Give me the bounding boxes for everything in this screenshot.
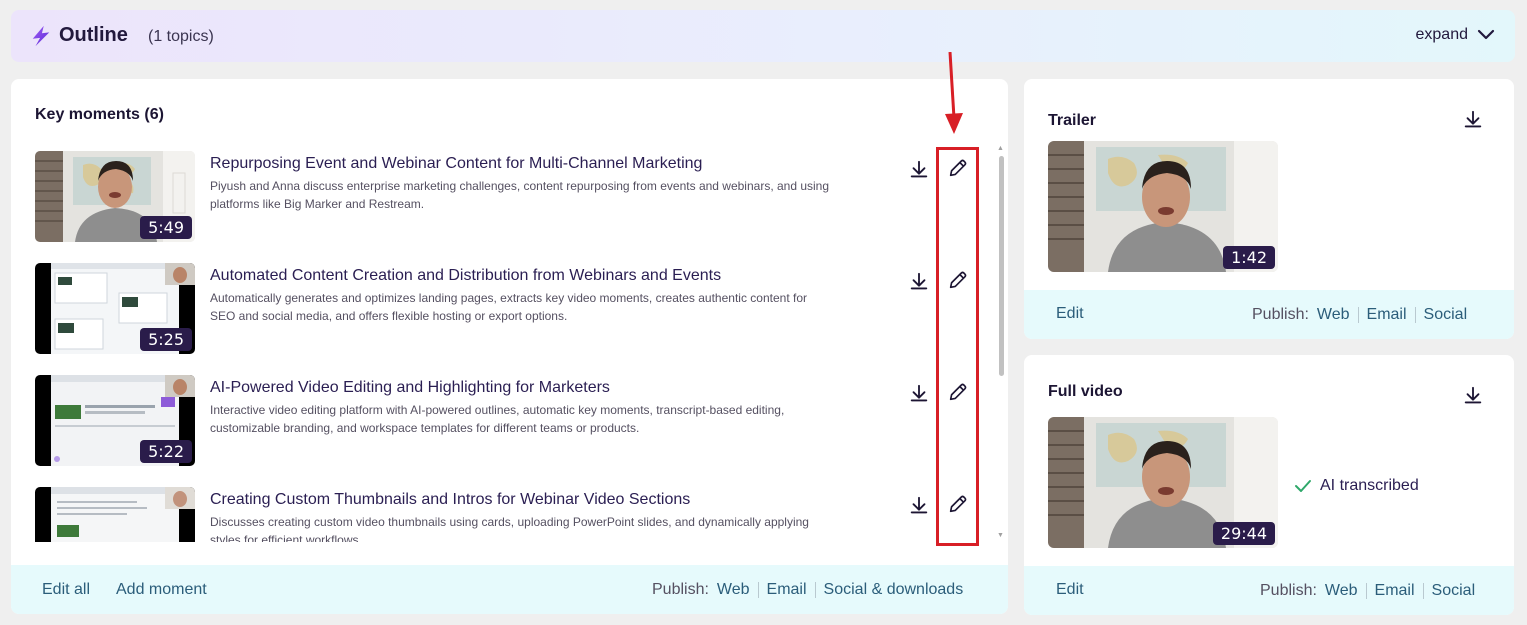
publish-social-link[interactable]: Social & downloads — [824, 581, 964, 599]
full-video-thumbnail[interactable]: 29:44 — [1048, 417, 1278, 548]
video-thumbnail[interactable]: 5:49 — [35, 151, 195, 242]
full-video-footer: Edit Publish: Web Email Social — [1024, 566, 1514, 615]
download-icon[interactable] — [908, 495, 930, 517]
publish-label: Publish: — [652, 581, 709, 598]
scrollbar-thumb[interactable] — [999, 156, 1004, 376]
lightning-icon — [32, 25, 50, 47]
duration-badge: 5:22 — [140, 440, 192, 463]
publish-web-link[interactable]: Web — [717, 581, 750, 599]
outline-topic-count: (1 topics) — [148, 28, 214, 45]
key-moments-panel: Key moments (6) 5:49 Repurposing Event a… — [11, 79, 1008, 614]
key-moment-item[interactable]: 5:22 AI-Powered Video Editing and Highli… — [35, 375, 995, 467]
expand-button[interactable]: expand — [1416, 26, 1496, 44]
moment-description: Discusses creating custom video thumbnai… — [210, 515, 809, 542]
key-moments-title: Key moments (6) — [35, 106, 164, 123]
publish-email-link[interactable]: Email — [1375, 582, 1415, 600]
publish-social-link[interactable]: Social — [1432, 582, 1476, 600]
download-icon[interactable] — [908, 159, 930, 181]
trailer-card: Trailer 1:42 Edit Publish: Web Email Soc… — [1024, 79, 1514, 339]
ai-transcribed-status: AI transcribed — [1294, 477, 1419, 495]
publish-label: Publish: — [1252, 306, 1309, 323]
moment-title: AI-Powered Video Editing and Highlightin… — [210, 379, 610, 396]
scroll-up-arrow[interactable]: ▲ — [997, 145, 1004, 152]
thumbnail-image — [35, 487, 195, 542]
publish-options: Publish: Web Email Social & downloads — [652, 581, 963, 599]
publish-options: Publish: Web Email Social — [1252, 306, 1467, 324]
full-video-title: Full video — [1048, 383, 1123, 400]
download-icon[interactable] — [1462, 385, 1484, 407]
video-thumbnail[interactable] — [35, 487, 195, 542]
divider — [1365, 583, 1367, 599]
publish-email-link[interactable]: Email — [767, 581, 807, 599]
checkmark-icon — [1295, 480, 1311, 492]
video-thumbnail[interactable]: 5:22 — [35, 375, 195, 466]
scroll-down-arrow[interactable]: ▼ — [997, 532, 1004, 539]
divider — [814, 582, 816, 598]
download-icon[interactable] — [908, 271, 930, 293]
key-moments-footer: Edit all Add moment Publish: Web Email S… — [11, 565, 1008, 614]
moment-title: Repurposing Event and Webinar Content fo… — [210, 155, 703, 172]
divider — [1414, 307, 1416, 323]
download-icon[interactable] — [1462, 109, 1484, 131]
key-moment-item[interactable]: Creating Custom Thumbnails and Intros fo… — [35, 487, 995, 542]
moment-description: Interactive video editing platform with … — [210, 403, 785, 435]
chevron-down-icon — [1477, 29, 1495, 40]
edit-trailer-button[interactable]: Edit — [1056, 305, 1084, 323]
outline-title: Outline — [59, 24, 128, 46]
publish-web-link[interactable]: Web — [1325, 582, 1358, 600]
publish-options: Publish: Web Email Social — [1260, 582, 1475, 600]
duration-badge: 1:42 — [1223, 246, 1275, 269]
outline-banner: Outline (1 topics) expand — [11, 10, 1515, 62]
trailer-footer: Edit Publish: Web Email Social — [1024, 290, 1514, 339]
moment-title: Automated Content Creation and Distribut… — [210, 267, 722, 284]
video-thumbnail[interactable]: 5:25 — [35, 263, 195, 354]
annotation-highlight-box — [936, 147, 979, 546]
expand-label: expand — [1415, 26, 1469, 43]
ai-transcribed-label: AI transcribed — [1320, 477, 1419, 494]
duration-badge: 5:25 — [140, 328, 192, 351]
full-video-card: Full video 29:44 AI transcribed Edit Pub… — [1024, 355, 1514, 615]
divider — [1422, 583, 1424, 599]
moment-description: Piyush and Anna discuss enterprise marke… — [210, 179, 830, 211]
moment-title: Creating Custom Thumbnails and Intros fo… — [210, 491, 691, 508]
edit-full-video-button[interactable]: Edit — [1056, 581, 1084, 599]
download-icon[interactable] — [908, 383, 930, 405]
key-moments-list: 5:49 Repurposing Event and Webinar Conte… — [11, 139, 1001, 542]
key-moment-item[interactable]: 5:25 Automated Content Creation and Dist… — [35, 263, 995, 355]
publish-web-link[interactable]: Web — [1317, 306, 1350, 324]
divider — [757, 582, 759, 598]
duration-badge: 5:49 — [140, 216, 192, 239]
moment-description: Automatically generates and optimizes la… — [210, 291, 807, 323]
publish-email-link[interactable]: Email — [1367, 306, 1407, 324]
trailer-title: Trailer — [1048, 112, 1097, 129]
annotation-arrow — [945, 52, 963, 134]
duration-badge: 29:44 — [1212, 522, 1275, 545]
edit-all-button[interactable]: Edit all — [42, 581, 90, 599]
publish-social-link[interactable]: Social — [1424, 306, 1468, 324]
divider — [1357, 307, 1359, 323]
add-moment-button[interactable]: Add moment — [116, 581, 207, 599]
key-moment-item[interactable]: 5:49 Repurposing Event and Webinar Conte… — [35, 151, 995, 243]
publish-label: Publish: — [1260, 582, 1317, 599]
trailer-thumbnail[interactable]: 1:42 — [1048, 141, 1278, 272]
